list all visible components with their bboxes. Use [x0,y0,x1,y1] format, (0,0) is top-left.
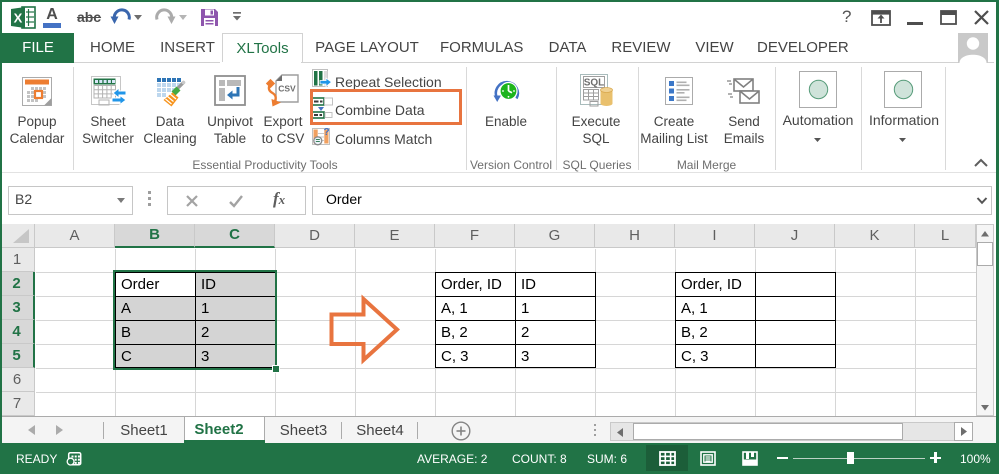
svg-text:X: X [14,11,23,26]
svg-text:?: ? [324,127,330,138]
svg-text:SQL: SQL [584,78,605,89]
svg-text:=: = [315,137,320,146]
svg-text:CSV: CSV [278,84,296,94]
